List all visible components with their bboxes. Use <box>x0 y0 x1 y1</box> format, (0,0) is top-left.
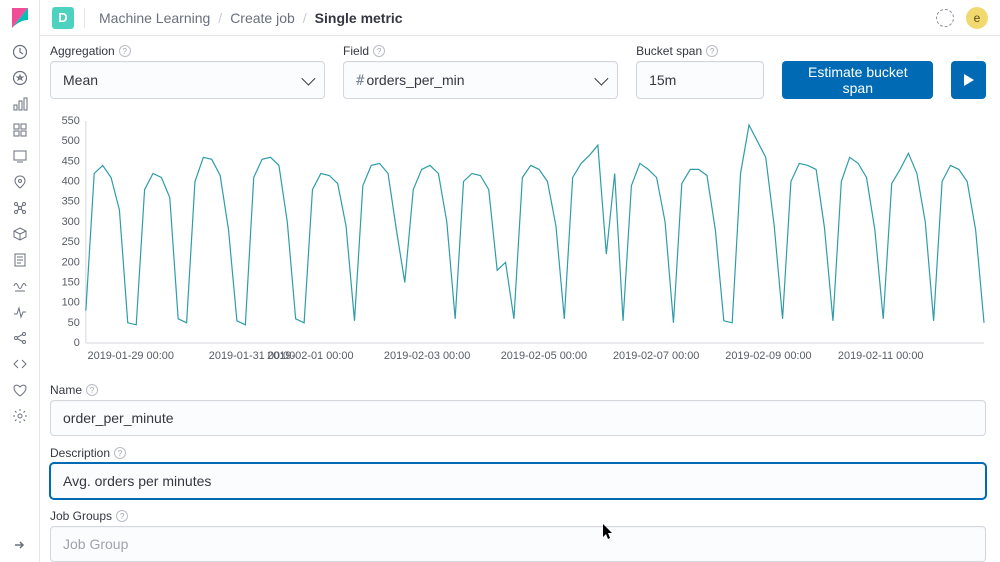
help-icon[interactable]: ? <box>116 510 128 522</box>
breadcrumb-current: Single metric <box>315 10 403 26</box>
chart: 0 50 100 150 200 250 300 350 400 450 500 550 2019-0… <box>50 113 986 373</box>
chevron-down-icon <box>301 72 315 86</box>
help-icon[interactable]: ? <box>86 384 98 396</box>
bucket-span-label: Bucket span? <box>636 44 764 58</box>
logs-icon[interactable] <box>10 250 30 270</box>
svg-text:50: 50 <box>68 317 80 329</box>
maps-icon[interactable] <box>10 172 30 192</box>
settings-icon[interactable] <box>10 406 30 426</box>
discover-icon[interactable] <box>10 68 30 88</box>
description-label: Description? <box>50 446 986 460</box>
breadcrumb-item[interactable]: Machine Learning <box>99 10 210 26</box>
expand-rail-icon[interactable] <box>0 538 40 552</box>
play-icon <box>964 74 974 86</box>
svg-text:200: 200 <box>62 256 80 268</box>
aggregation-label: Aggregation? <box>50 44 325 58</box>
svg-text:100: 100 <box>62 297 80 309</box>
field-select[interactable]: #orders_per_min <box>343 61 618 99</box>
svg-text:2019-01-29 00:00: 2019-01-29 00:00 <box>88 350 174 362</box>
svg-text:2019-02-01 00:00: 2019-02-01 00:00 <box>267 350 353 362</box>
svg-text:2019-02-11 00:00: 2019-02-11 00:00 <box>838 350 924 362</box>
svg-text:550: 550 <box>62 115 80 127</box>
kibana-logo[interactable] <box>8 6 32 30</box>
name-input[interactable] <box>50 400 986 436</box>
job-groups-label: Job Groups? <box>50 509 986 523</box>
help-icon[interactable]: ? <box>119 45 131 57</box>
help-icon[interactable]: ? <box>706 45 718 57</box>
ml-icon[interactable] <box>10 198 30 218</box>
news-icon[interactable] <box>936 9 954 27</box>
bucket-span-input[interactable]: 15m <box>636 61 764 99</box>
svg-text:350: 350 <box>62 196 80 208</box>
visualize-icon[interactable] <box>10 94 30 114</box>
help-icon[interactable]: ? <box>373 45 385 57</box>
main-content: Aggregation? Mean Field? #orders_per_min… <box>40 36 1000 562</box>
run-button[interactable] <box>951 61 986 99</box>
dashboard-icon[interactable] <box>10 120 30 140</box>
field-label: Field? <box>343 44 618 58</box>
recent-icon[interactable] <box>10 42 30 62</box>
name-label: Name? <box>50 383 986 397</box>
svg-text:300: 300 <box>62 216 80 228</box>
job-groups-input[interactable] <box>50 526 986 562</box>
estimate-bucket-span-button[interactable]: Estimate bucket span <box>782 61 933 99</box>
aggregation-select[interactable]: Mean <box>50 61 325 99</box>
uptime-icon[interactable] <box>10 302 30 322</box>
svg-text:500: 500 <box>62 135 80 147</box>
svg-text:2019-02-09 00:00: 2019-02-09 00:00 <box>725 350 811 362</box>
svg-text:450: 450 <box>62 155 80 167</box>
monitoring-icon[interactable] <box>10 380 30 400</box>
top-bar: D Machine Learning / Create job / Single… <box>40 0 1000 36</box>
dev-icon[interactable] <box>10 354 30 374</box>
chevron-down-icon <box>594 72 608 86</box>
breadcrumb: Machine Learning / Create job / Single m… <box>99 10 403 26</box>
breadcrumb-item[interactable]: Create job <box>230 10 295 26</box>
svg-text:250: 250 <box>62 236 80 248</box>
graph-icon[interactable] <box>10 328 30 348</box>
canvas-icon[interactable] <box>10 146 30 166</box>
infra-icon[interactable] <box>10 224 30 244</box>
space-badge[interactable]: D <box>52 7 74 29</box>
svg-text:400: 400 <box>62 176 80 188</box>
svg-text:150: 150 <box>62 276 80 288</box>
svg-text:2019-02-05 00:00: 2019-02-05 00:00 <box>501 350 587 362</box>
svg-text:2019-02-03 00:00: 2019-02-03 00:00 <box>384 350 470 362</box>
apm-icon[interactable] <box>10 276 30 296</box>
description-input[interactable] <box>50 463 986 499</box>
left-nav-rail <box>0 0 40 562</box>
svg-text:0: 0 <box>74 337 80 349</box>
help-icon[interactable]: ? <box>114 447 126 459</box>
avatar[interactable]: e <box>966 7 988 29</box>
svg-text:2019-02-07 00:00: 2019-02-07 00:00 <box>613 350 699 362</box>
